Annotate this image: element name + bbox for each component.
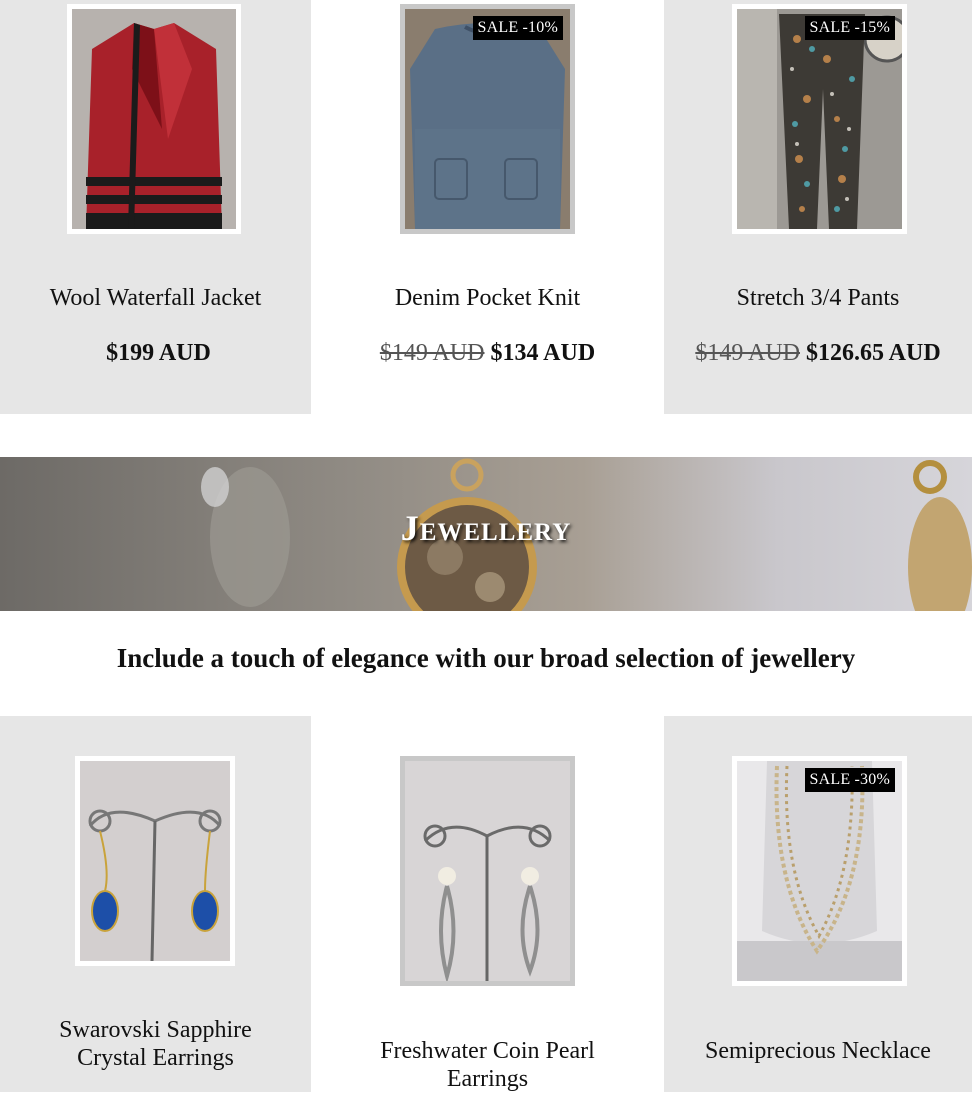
product-price: $149 AUD $126.65 AUD (664, 340, 972, 367)
product-card-sapphire-earrings[interactable]: Swarovski Sapphire Crystal Earrings (0, 716, 311, 1092)
product-card-wool-waterfall-jacket[interactable]: Wool Waterfall Jacket $199 AUD (0, 0, 311, 414)
product-card-denim-pocket-knit[interactable]: SALE -10% Denim Pocket Knit $149 AUD $134… (311, 0, 664, 414)
product-name[interactable]: Wool Waterfall Jacket (0, 284, 311, 312)
product-card-semiprecious-necklace[interactable]: SALE -30% Semiprecious Necklace (664, 716, 972, 1092)
sale-badge: SALE -30% (804, 768, 895, 792)
product-name[interactable]: Denim Pocket Knit (311, 284, 664, 312)
product-card-stretch-pants[interactable]: SALE -15% Stretch 3/4 Pants $149 AUD $126… (664, 0, 972, 414)
product-price: $149 AUD $134 AUD (311, 340, 664, 367)
product-price: $199 AUD (0, 340, 311, 367)
product-name[interactable]: Stretch 3/4 Pants (664, 284, 972, 312)
original-price: $149 AUD (695, 340, 800, 366)
product-image[interactable]: SALE -15% (732, 4, 907, 234)
banner-title: Jewellery (400, 508, 572, 548)
sale-badge: SALE -10% (472, 16, 563, 40)
jewellery-banner: Jewellery (0, 457, 972, 611)
product-image[interactable]: SALE -30% (732, 756, 907, 986)
section-tagline: Include a touch of elegance with our bro… (116, 643, 856, 673)
product-name[interactable]: Swarovski Sapphire Crystal Earrings (0, 1016, 311, 1072)
product-image[interactable]: SALE -10% (400, 4, 575, 234)
current-price: $199 AUD (106, 340, 211, 366)
product-image[interactable] (75, 756, 235, 966)
product-name[interactable]: Semiprecious Necklace (664, 1037, 972, 1065)
product-card-coin-pearl-earrings[interactable]: Freshwater Coin Pearl Earrings (311, 716, 664, 1092)
product-image[interactable] (67, 4, 241, 234)
current-price: $126.65 AUD (806, 340, 941, 366)
original-price: $149 AUD (379, 340, 485, 366)
current-price: $134 AUD (490, 340, 596, 366)
product-image[interactable] (400, 756, 575, 986)
product-name[interactable]: Freshwater Coin Pearl Earrings (311, 1037, 664, 1093)
sale-badge: SALE -15% (804, 16, 895, 40)
